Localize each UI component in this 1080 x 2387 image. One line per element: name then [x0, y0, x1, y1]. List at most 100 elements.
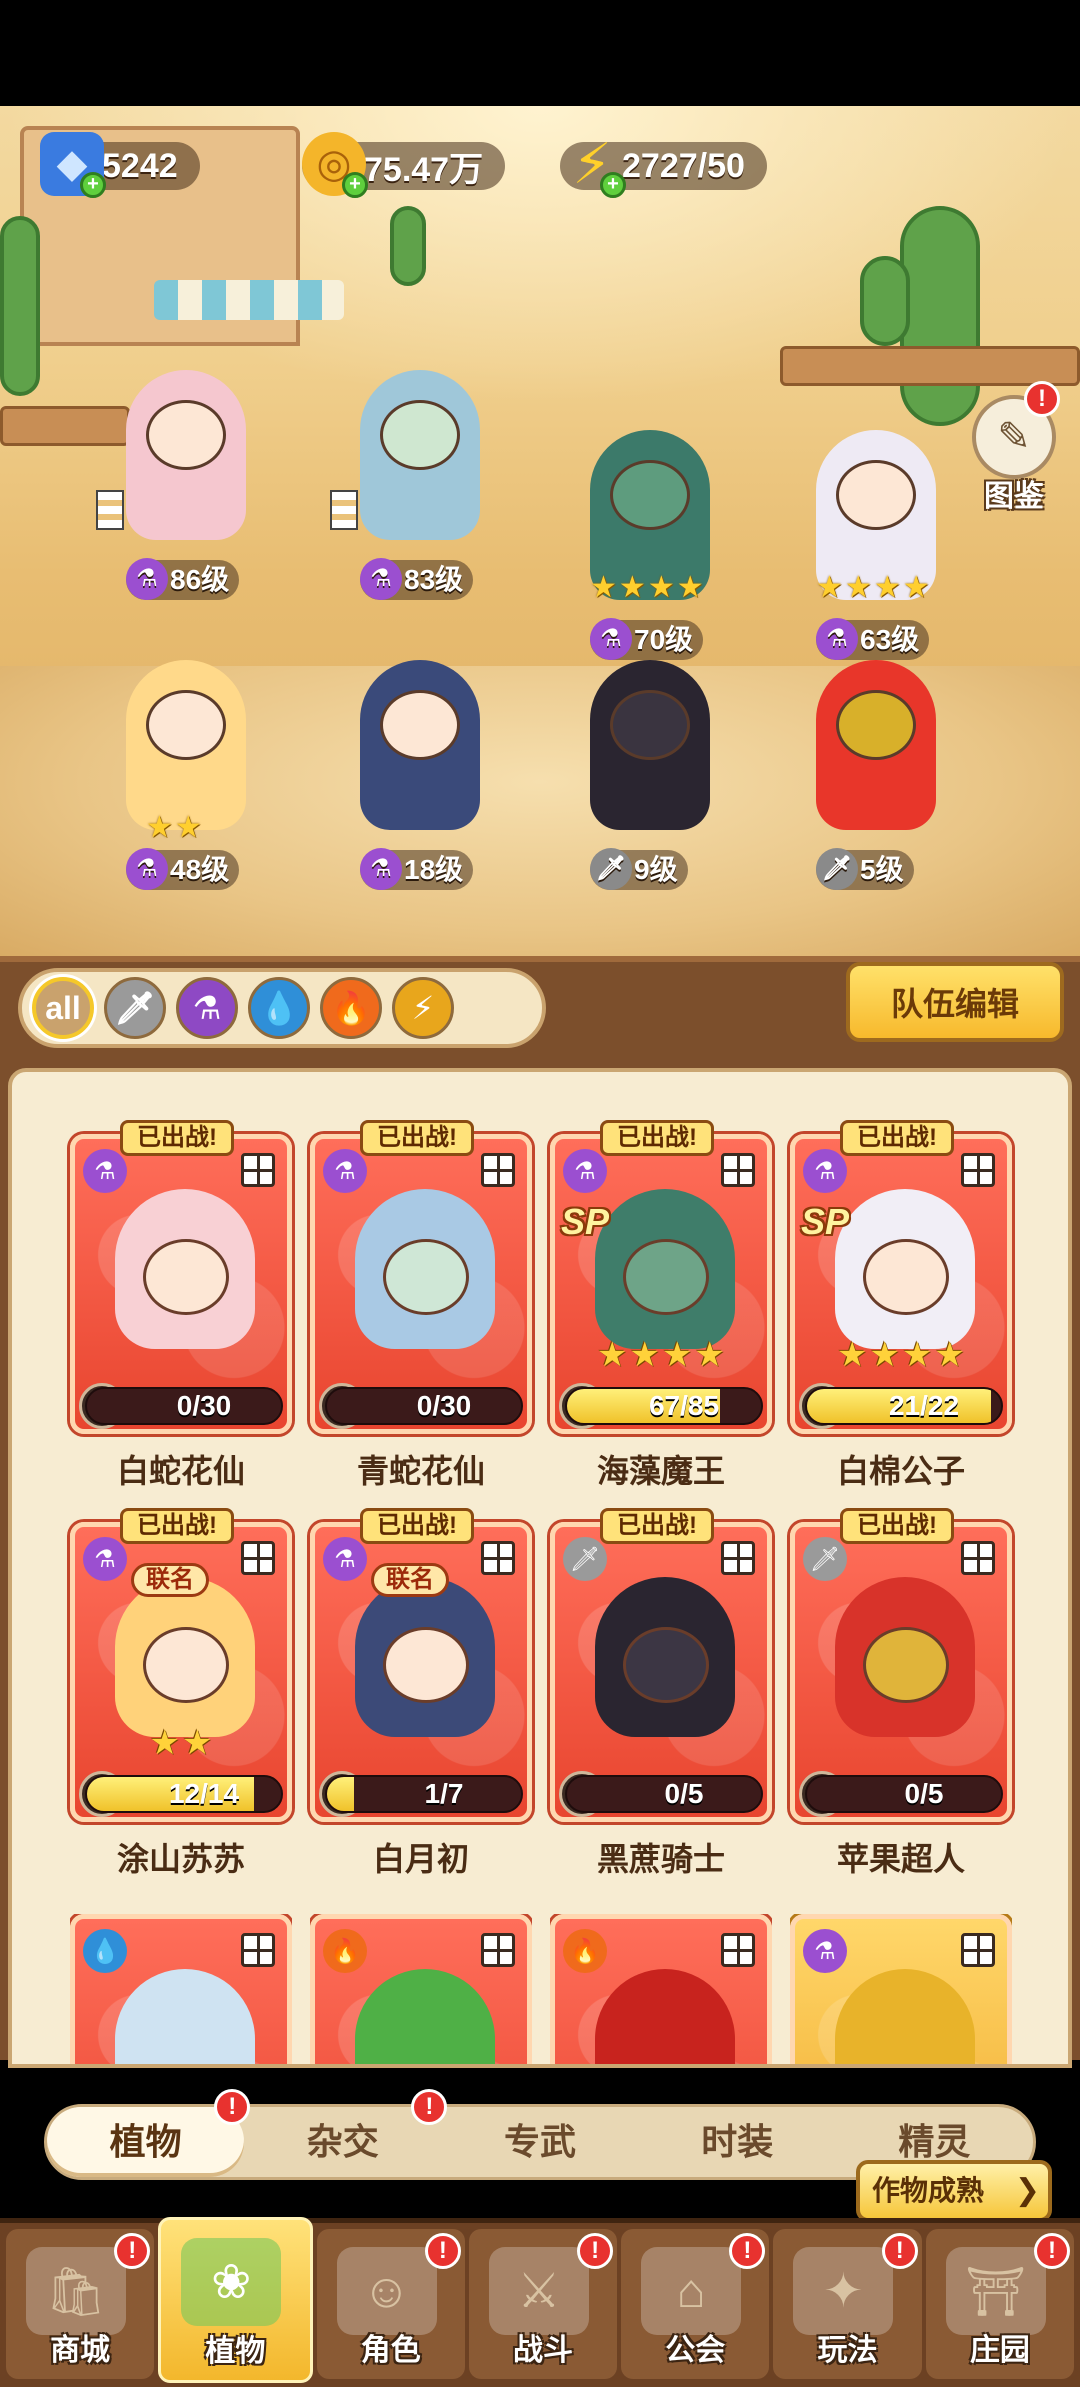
field-unit-white-snake[interactable]: ⚗ 86级 — [96, 360, 276, 600]
field-unit-green-snake[interactable]: ⚗ 83级 — [330, 360, 510, 600]
field-unit-cotton-prince[interactable]: ★ ★ ★ ★ ⚗ 63级 — [786, 420, 966, 660]
sp-badge: SP — [561, 1201, 610, 1242]
unit-level: 🗡 9级 — [590, 848, 688, 890]
card-portrait-face — [863, 1627, 949, 1703]
nav-alert-badge: ! — [729, 2233, 766, 2269]
field-unit-seaweed-king[interactable]: ★ ★ ★ ★ ⚗ 70级 — [560, 420, 740, 660]
cactus-back — [390, 206, 426, 286]
nav-guild[interactable]: ⌂ 公会! — [621, 2229, 770, 2379]
unit-face — [610, 690, 690, 760]
star-icon: ★ — [902, 1336, 933, 1374]
filter-lightning-icon[interactable]: ⚡ — [392, 977, 454, 1039]
nav-label: 角色 — [360, 2334, 421, 2367]
unit-level: ⚗ 83级 — [360, 558, 474, 600]
tab-hybrid[interactable]: 杂交! — [244, 2089, 448, 2177]
nav-shop[interactable]: 🛍 商城! — [6, 2229, 155, 2379]
plant-card-2[interactable]: ⚗ SP ★★★★ 70 67/85 已出战! 海藻魔王 — [550, 1120, 772, 1489]
cactus-right-arm — [860, 256, 910, 346]
card-portrait-face — [383, 1627, 469, 1703]
plant-card-3[interactable]: ⚗ SP ★★★★ 63 21/22 已出战! 白棉公子 — [790, 1120, 1012, 1489]
atlas-button[interactable]: ✎ 图鉴 ! — [966, 381, 1062, 513]
crop-ripe-label: 作物成熟 — [872, 2175, 985, 2206]
deployed-badge: 已出战! — [600, 1120, 714, 1156]
nav-alert-badge: ! — [1033, 2233, 1070, 2269]
co-brand-badge: 联名 — [131, 1563, 209, 1597]
unit-stars: ★ ★ ★ ★ — [590, 570, 704, 605]
filter-all[interactable]: all — [32, 977, 94, 1039]
filter-potion-icon[interactable]: ⚗ — [176, 977, 238, 1039]
card-frame: 🔥 — [310, 1914, 532, 2064]
plant-card-4[interactable]: ⚗ 联名 ★★ 48 12/14 已出战! 涂山苏苏 — [70, 1508, 292, 1877]
card-progress-bar: 0/5 — [565, 1775, 763, 1813]
plant-card-0[interactable]: ⚗ 86 0/30 已出战! 白蛇花仙 — [70, 1120, 292, 1489]
star-icon: ★ — [662, 1336, 693, 1374]
slot-icon — [330, 490, 358, 530]
card-name: 白月初 — [372, 1841, 469, 1877]
deployed-badge: 已出战! — [600, 1508, 714, 1544]
potion-icon: ⚗ — [126, 558, 168, 600]
card-name: 白棉公子 — [836, 1453, 965, 1489]
star-icon: ★ — [934, 1336, 965, 1374]
filter-fire-icon[interactable]: 🔥 — [320, 977, 382, 1039]
field-unit-black-cane-knight[interactable]: 🗡 9级 — [560, 650, 740, 890]
sp-badge: SP — [801, 1201, 850, 1242]
plant-card-1[interactable]: ⚗ 83 0/30 已出战! 青蛇花仙 — [310, 1120, 532, 1489]
card-progress-bar: 1/7 — [325, 1775, 523, 1813]
filter-water-icon[interactable]: 💧 — [248, 977, 310, 1039]
unit-face — [380, 400, 460, 470]
slot-icon — [241, 1933, 275, 1967]
nav-manor[interactable]: ⛩ 庄园! — [925, 2229, 1074, 2379]
potion-icon: ⚗ — [563, 1149, 607, 1193]
field-unit-bai-yuechu[interactable]: ⚗ 18级 — [330, 650, 510, 890]
energy-counter[interactable]: ⚡ + 2727/50 — [560, 132, 767, 198]
card-frame: ⚗ 86 0/30 — [70, 1134, 292, 1434]
nav-gameplay[interactable]: ✦ 玩法! — [773, 2229, 922, 2379]
co-brand-badge: 联名 — [371, 1563, 449, 1597]
nav-plants[interactable]: ❀ 植物 — [158, 2217, 313, 2383]
card-progress-bar: 67/85 — [565, 1387, 763, 1425]
nav-label: 公会 — [665, 2334, 726, 2367]
diamond-counter[interactable]: ◆ + 5242 — [40, 132, 200, 198]
team-edit-button[interactable]: 队伍编辑 — [846, 962, 1064, 1042]
plant-card-partial-3[interactable]: ⚗ — [790, 1914, 1012, 2064]
card-progress-text: 0/5 — [904, 1778, 944, 1809]
unit-level-text: 5级 — [860, 854, 904, 885]
slot-icon — [481, 1153, 515, 1187]
nav-alert-badge: ! — [577, 2233, 614, 2269]
plant-card-partial-0[interactable]: 💧 — [70, 1914, 292, 2064]
add-diamond-icon[interactable]: + — [80, 172, 106, 198]
gold-counter[interactable]: ◎ + 75.47万 — [302, 132, 506, 198]
card-portrait-face — [863, 1239, 949, 1315]
potion-icon: ⚗ — [83, 1149, 127, 1193]
slot-icon — [96, 490, 124, 530]
plant-card-5[interactable]: ⚗ 联名 18 1/7 已出战! 白月初 — [310, 1508, 532, 1877]
tab-plants[interactable]: 植物! — [47, 2089, 251, 2177]
nav-battle[interactable]: ⚔ 战斗! — [468, 2229, 618, 2379]
deployed-badge: 已出战! — [840, 1120, 954, 1156]
plant-card-6[interactable]: 🗡 9 0/5 已出战! 黑蔗骑士 — [550, 1508, 772, 1877]
card-progress-bar: 0/30 — [325, 1387, 523, 1425]
plant-card-7[interactable]: 🗡 5 0/5 已出战! 苹果超人 — [790, 1508, 1012, 1877]
nav-alert-badge: ! — [424, 2233, 461, 2269]
card-frame: ⚗ — [790, 1914, 1012, 2064]
add-gold-icon[interactable]: + — [342, 172, 368, 198]
field-unit-tushan-susu[interactable]: ★ ★ ⚗ 48级 — [96, 650, 276, 890]
unit-stars: ★ ★ — [146, 810, 202, 845]
tab-outfits[interactable]: 时装 — [639, 2107, 836, 2177]
field-unit-apple-hero[interactable]: 🗡 5级 — [786, 650, 966, 890]
card-name: 黑蔗骑士 — [596, 1841, 725, 1877]
plant-card-partial-2[interactable]: 🔥 — [550, 1914, 772, 2064]
star-icon: ★ — [146, 811, 173, 844]
star-icon: ★ — [629, 1336, 660, 1374]
potion-icon: ⚗ — [360, 848, 402, 890]
crop-ripe-button[interactable]: 作物成熟 ❯ — [856, 2160, 1052, 2222]
filter-sword-icon[interactable]: 🗡 — [104, 977, 166, 1039]
tab-exclusive-weapon[interactable]: 专武 — [441, 2107, 638, 2177]
star-icon: ★ — [647, 571, 675, 604]
plant-card-partial-1[interactable]: 🔥 — [310, 1914, 532, 2064]
atlas-alert-badge: ! — [1024, 381, 1060, 417]
nav-character[interactable]: ☺ 角色! — [316, 2229, 465, 2379]
slot-icon — [961, 1541, 995, 1575]
manor-icon: ⛩ — [945, 2247, 1046, 2335]
add-energy-icon[interactable]: + — [600, 172, 626, 198]
